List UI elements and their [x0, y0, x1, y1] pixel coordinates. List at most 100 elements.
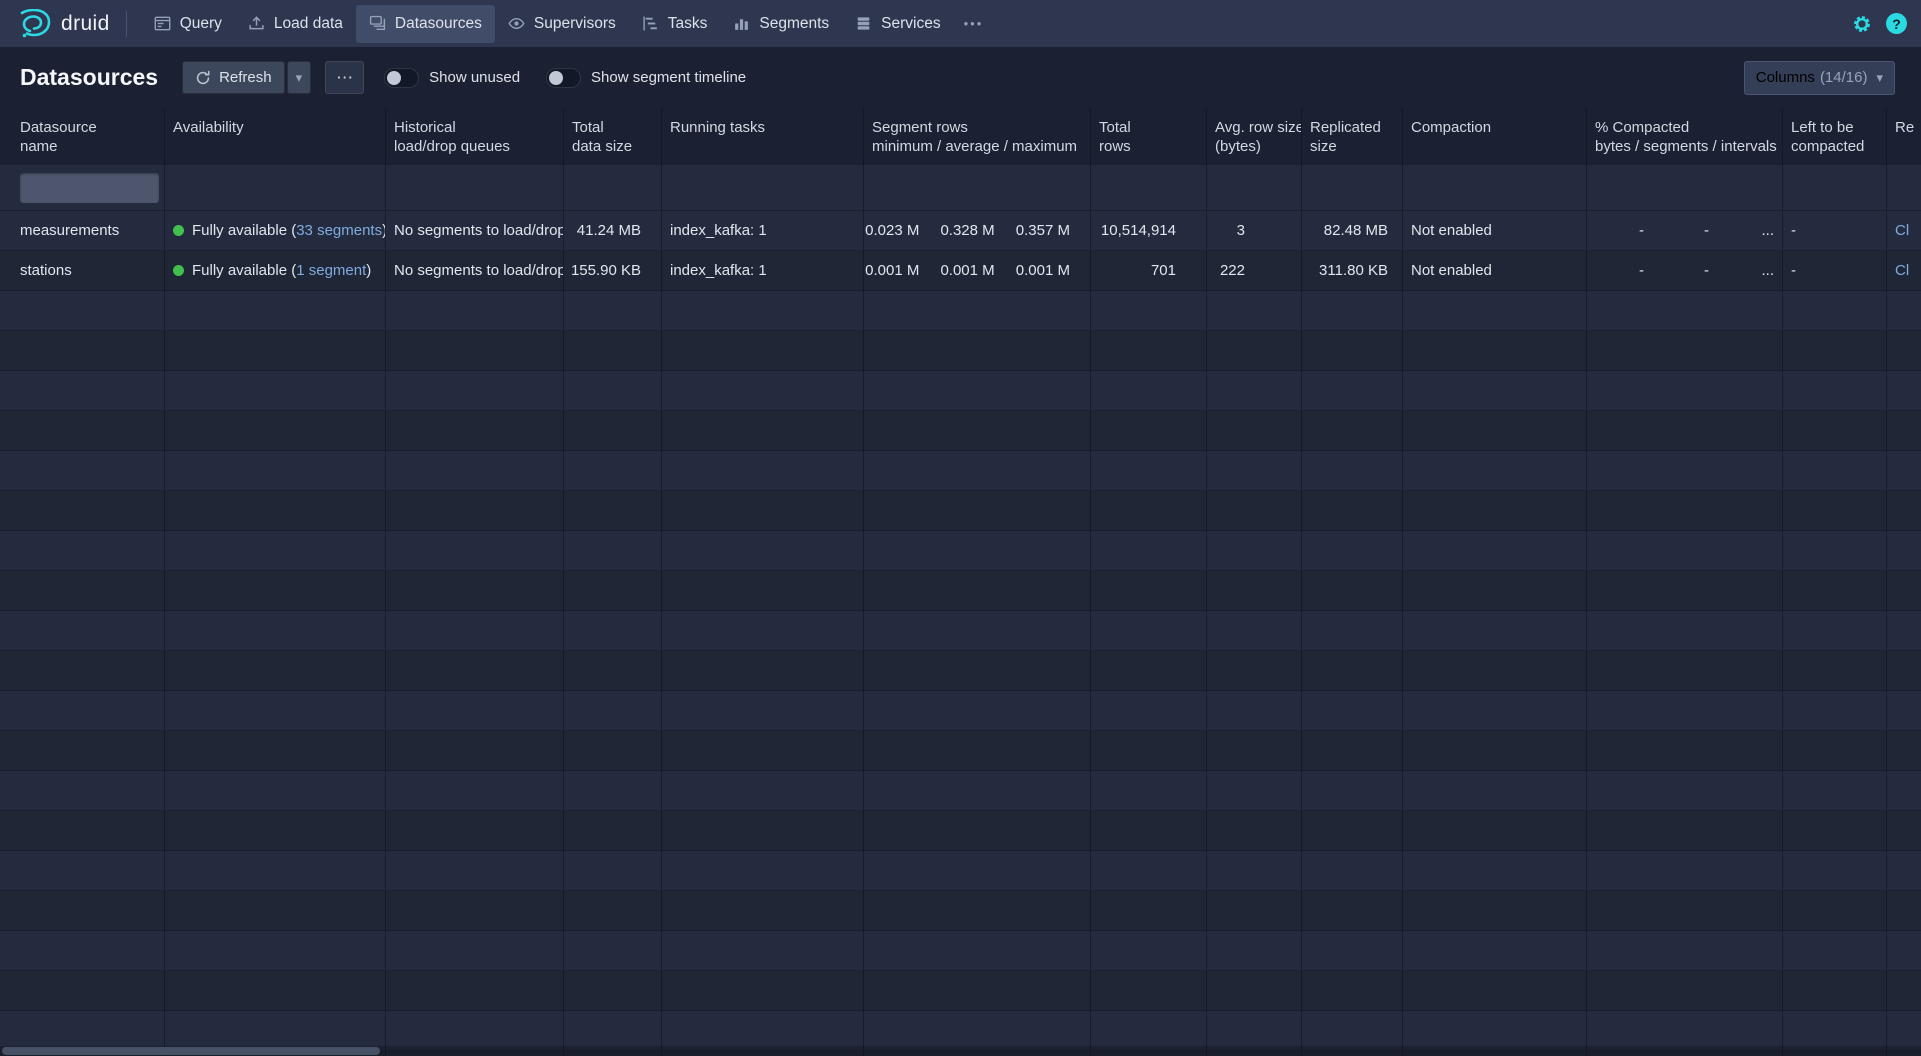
column-header-pct-compacted[interactable]: % Compactedbytes / segments / intervals	[1587, 108, 1783, 165]
columns-button[interactable]: Columns (14/16) ▾	[1744, 61, 1895, 95]
scrollbar-thumb[interactable]	[2, 1047, 380, 1055]
refresh-button[interactable]: Refresh	[182, 61, 285, 94]
settings-button[interactable]	[1851, 13, 1873, 35]
nav-item-tasks[interactable]: Tasks	[629, 5, 721, 43]
retention-cell: Cl	[1887, 211, 1921, 250]
nav-item-supervisors[interactable]: Supervisors	[495, 5, 629, 43]
total-rows-cell: 10,514,914	[1091, 211, 1207, 250]
column-header-running-tasks[interactable]: Running tasks	[662, 108, 864, 165]
nav-item-label: Tasks	[668, 15, 708, 33]
replicated-size-cell: 82.48 MB	[1302, 211, 1403, 250]
column-header-historical-queues[interactable]: Historicalload/drop queues	[386, 108, 564, 165]
empty-row	[0, 571, 1921, 611]
segments-link[interactable]: 1 segment	[296, 262, 366, 279]
columns-count: (14/16)	[1820, 69, 1868, 86]
help-button[interactable]: ?	[1886, 13, 1907, 34]
refresh-label: Refresh	[219, 69, 272, 86]
page-title: Datasources	[20, 64, 158, 91]
brand-text: druid	[61, 12, 110, 36]
segment-rows-cell: 0.023 M0.328 M0.357 M	[864, 211, 1091, 250]
empty-row	[0, 611, 1921, 651]
toggle-switch	[384, 68, 419, 88]
toggle-label: Show unused	[429, 69, 520, 86]
empty-row	[0, 291, 1921, 331]
pct-compacted-cell: --...	[1587, 211, 1783, 250]
segment-rows-cell: 0.001 M0.001 M0.001 M	[864, 251, 1091, 290]
show-unused-toggle[interactable]: Show unused	[384, 68, 520, 88]
avg-row-size-cell: 3	[1207, 211, 1302, 250]
nav-item-services[interactable]: Services	[842, 5, 953, 43]
available-dot-icon	[173, 265, 184, 276]
table-rows: measurements Fully available (33 segment…	[0, 165, 1921, 1056]
nav-item-datasources[interactable]: Datasources	[356, 5, 495, 43]
nav-item-label: Query	[180, 15, 222, 33]
retention-cell: Cl	[1887, 251, 1921, 290]
table-header: Datasourcename Availability Historicallo…	[0, 108, 1921, 165]
compaction-cell: Not enabled	[1403, 251, 1587, 290]
empty-row	[0, 811, 1921, 851]
druid-logo[interactable]: druid	[18, 9, 110, 39]
refresh-interval-button[interactable]: ▾	[287, 61, 312, 94]
bar-chart-icon	[733, 15, 750, 32]
availability-cell: Fully available (33 segments)	[165, 211, 386, 250]
horizontal-scrollbar[interactable]	[0, 1046, 1921, 1056]
load-drop-cell: No segments to load/drop	[386, 251, 564, 290]
show-segment-timeline-toggle[interactable]: Show segment timeline	[546, 68, 746, 88]
nav-item-query[interactable]: Query	[141, 5, 235, 43]
empty-row	[0, 331, 1921, 371]
more-options-button[interactable]: ⋯	[325, 61, 364, 94]
empty-row	[0, 651, 1921, 691]
column-header-retention[interactable]: Re	[1887, 108, 1921, 165]
gantt-icon	[642, 15, 659, 32]
empty-row	[0, 971, 1921, 1011]
empty-row	[0, 851, 1921, 891]
toggle-switch	[546, 68, 581, 88]
left-to-be-compacted-cell: -	[1783, 251, 1887, 290]
available-dot-icon	[173, 225, 184, 236]
more-options-icon: ⋯	[336, 68, 353, 88]
column-header-total-rows[interactable]: Totalrows	[1091, 108, 1207, 165]
nav-item-load-data[interactable]: Load data	[235, 5, 356, 43]
empty-row	[0, 731, 1921, 771]
column-header-total-data-size[interactable]: Totaldata size	[564, 108, 662, 165]
column-header-segment-rows[interactable]: Segment rowsminimum / average / maximum	[864, 108, 1091, 165]
total-data-size-cell: 41.24 MB	[564, 211, 662, 250]
left-to-be-compacted-cell: -	[1783, 211, 1887, 250]
datasource-name-cell[interactable]: stations	[0, 251, 165, 290]
empty-row	[0, 931, 1921, 971]
replicated-size-cell: 311.80 KB	[1302, 251, 1403, 290]
datasources-table: Datasourcename Availability Historicallo…	[0, 108, 1921, 1056]
empty-row	[0, 411, 1921, 451]
toggle-label: Show segment timeline	[591, 69, 746, 86]
running-tasks-cell: index_kafka: 1	[662, 211, 864, 250]
navbar-right: ?	[1851, 13, 1907, 35]
column-header-availability[interactable]: Availability	[165, 108, 386, 165]
filter-row	[0, 165, 1921, 211]
column-header-datasource-name[interactable]: Datasourcename	[0, 108, 165, 165]
avg-row-size-cell: 222	[1207, 251, 1302, 290]
nav-item-label: Services	[881, 15, 940, 33]
datasource-name-cell[interactable]: measurements	[0, 211, 165, 250]
column-header-compaction[interactable]: Compaction	[1403, 108, 1587, 165]
table-row-measurements: measurements Fully available (33 segment…	[0, 211, 1921, 251]
nav-item-label: Load data	[274, 15, 343, 33]
empty-row	[0, 451, 1921, 491]
load-drop-cell: No segments to load/drop	[386, 211, 564, 250]
running-tasks-cell: index_kafka: 1	[662, 251, 864, 290]
empty-row	[0, 891, 1921, 931]
empty-row	[0, 531, 1921, 571]
empty-row	[0, 1011, 1921, 1051]
retention-link[interactable]: Cl	[1895, 262, 1909, 279]
nav-more-button[interactable]: •••	[954, 5, 994, 43]
segments-link[interactable]: 33 segments	[296, 222, 382, 239]
pct-compacted-cell: --...	[1587, 251, 1783, 290]
nav-item-segments[interactable]: Segments	[720, 5, 842, 43]
column-header-left-to-be-compacted[interactable]: Left to becompacted	[1783, 108, 1887, 165]
gear-icon	[1851, 13, 1873, 35]
retention-link[interactable]: Cl	[1895, 222, 1909, 239]
nav-item-label: Supervisors	[534, 15, 616, 33]
datasource-filter-input[interactable]	[20, 173, 159, 203]
availability-cell: Fully available (1 segment)	[165, 251, 386, 290]
column-header-replicated-size[interactable]: Replicatedsize	[1302, 108, 1403, 165]
column-header-avg-row-size[interactable]: Avg. row size(bytes)	[1207, 108, 1302, 165]
